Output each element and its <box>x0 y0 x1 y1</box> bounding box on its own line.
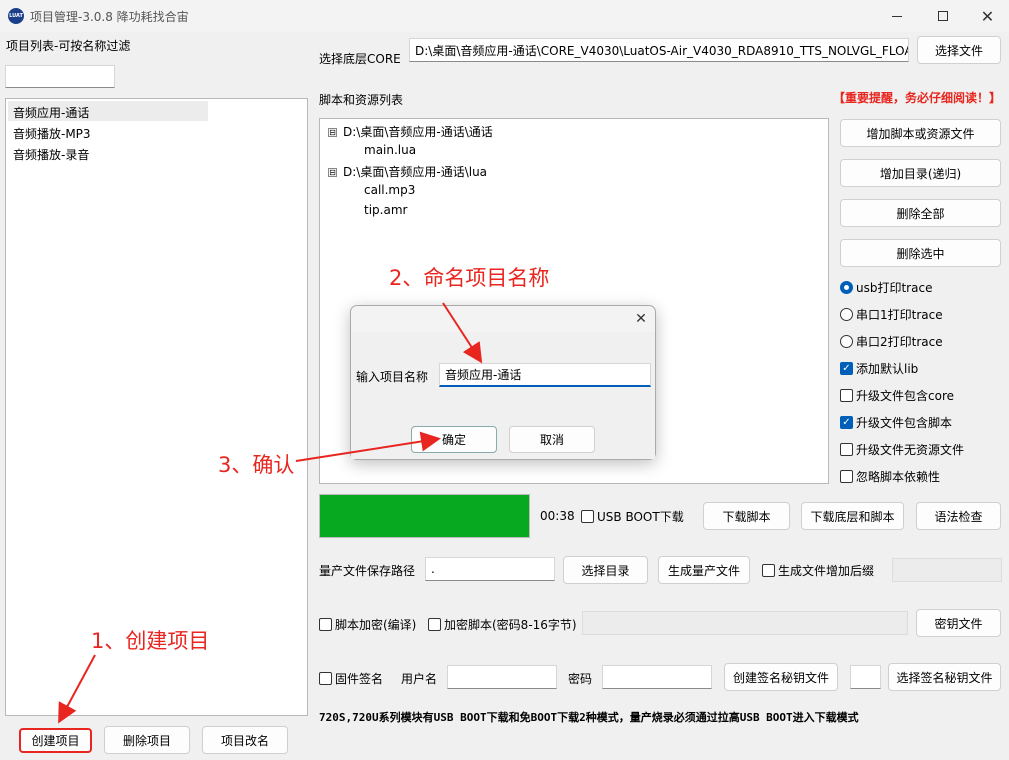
dialog-field-label: 输入项目名称 <box>356 370 429 384</box>
project-item[interactable]: 音频应用-通话 <box>13 104 89 121</box>
download-core-script-button[interactable]: 下载底层和脚本 <box>801 502 904 530</box>
core-label: 选择底层CORE <box>319 52 401 66</box>
checkbox-unchecked-icon <box>319 618 332 631</box>
checkbox-unchecked-icon <box>319 672 332 685</box>
project-filter-input[interactable] <box>5 65 115 88</box>
core-path-input[interactable]: D:\桌面\音频应用-通话\CORE_V4030\LuatOS-Air_V403… <box>409 38 909 62</box>
checkbox-default-lib[interactable]: ✓ 添加默认lib <box>840 360 918 377</box>
checkbox-unchecked-icon <box>581 510 594 523</box>
key-file-button[interactable]: 密钥文件 <box>916 609 1001 637</box>
checkbox-fw-sign[interactable]: 固件签名 <box>319 670 383 687</box>
download-script-button[interactable]: 下载脚本 <box>703 502 790 530</box>
checkbox-ignore-deps[interactable]: 忽略脚本依赖性 <box>840 468 940 485</box>
dialog-close-icon[interactable]: ✕ <box>631 309 651 329</box>
download-mode-notice: 720S,720U系列模块有USB BOOT下载和免BOOT下载2种模式，量产烧… <box>319 711 859 724</box>
delete-all-button[interactable]: 删除全部 <box>840 199 1001 227</box>
download-progress-fill <box>320 495 529 537</box>
scripts-label: 脚本和资源列表 <box>319 93 404 107</box>
collapse-icon[interactable]: ⊟ <box>328 168 337 177</box>
delete-selected-button[interactable]: 删除选中 <box>840 239 1001 267</box>
checkbox-encrypt-pwd[interactable]: 加密脚本(密码8-16字节) <box>428 616 577 633</box>
radio-unchecked-icon <box>840 308 853 321</box>
radio-uart1-trace[interactable]: 串口1打印trace <box>840 306 943 323</box>
create-project-button[interactable]: 创建项目 <box>19 728 92 753</box>
select-dir-button[interactable]: 选择目录 <box>563 556 648 584</box>
user-input[interactable] <box>447 665 557 689</box>
checkbox-add-suffix[interactable]: 生成文件增加后缀 <box>762 562 874 579</box>
mass-path-input[interactable]: . <box>425 557 555 581</box>
dialog-title-bar <box>351 306 655 332</box>
mass-path-label: 量产文件保存路径 <box>319 564 416 578</box>
project-name-dialog: ✕ 输入项目名称 音频应用-通话 确定 取消 <box>350 305 656 460</box>
annotation-step2: 2、命名项目名称 <box>389 266 550 290</box>
checkbox-usb-boot[interactable]: USB BOOT下载 <box>581 508 684 525</box>
generate-mass-button[interactable]: 生成量产文件 <box>658 556 750 584</box>
checkbox-include-script[interactable]: ✓ 升级文件包含脚本 <box>840 414 952 431</box>
tree-file[interactable]: tip.amr <box>364 203 407 217</box>
suffix-input[interactable] <box>892 558 1002 582</box>
checkbox-unchecked-icon <box>840 470 853 483</box>
tree-folder[interactable]: ⊟ D:\桌面\音频应用-通话\通话 <box>328 123 493 140</box>
warning-link[interactable]: 【重要提醒，务必仔细阅读！】 <box>833 89 1001 106</box>
project-item[interactable]: 音频播放-录音 <box>13 146 89 163</box>
checkbox-include-core[interactable]: 升级文件包含core <box>840 387 954 404</box>
dialog-cancel-button[interactable]: 取消 <box>509 426 595 453</box>
tree-file[interactable]: call.mp3 <box>364 183 415 197</box>
project-name-input[interactable]: 音频应用-通话 <box>439 363 651 387</box>
checkbox-unchecked-icon <box>762 564 775 577</box>
checkbox-unchecked-icon <box>840 389 853 402</box>
checkbox-unchecked-icon <box>428 618 441 631</box>
annotation-step1: 1、创建项目 <box>91 629 210 653</box>
tree-file[interactable]: main.lua <box>364 143 416 157</box>
download-progress-bar <box>319 494 530 538</box>
select-sign-key-button[interactable]: 选择签名秘钥文件 <box>888 663 1001 691</box>
radio-usb-trace[interactable]: usb打印trace <box>840 279 932 296</box>
window-title: 项目管理-3.0.8 降功耗找合宙 <box>30 10 189 24</box>
download-time: 00:38 <box>540 509 575 523</box>
checkbox-no-resource[interactable]: 升级文件无资源文件 <box>840 441 964 458</box>
user-label: 用户名 <box>401 672 438 686</box>
encrypt-pwd-input[interactable] <box>582 611 908 635</box>
close-icon[interactable]: ✕ <box>966 0 1009 32</box>
annotation-step3: 3、确认 <box>218 453 295 477</box>
sign-key-input[interactable] <box>850 665 881 689</box>
radio-uart2-trace[interactable]: 串口2打印trace <box>840 333 943 350</box>
dialog-body: 输入项目名称 音频应用-通话 确定 取消 <box>351 332 655 459</box>
checkbox-encrypt[interactable]: 脚本加密(编译) <box>319 616 416 633</box>
syntax-check-button[interactable]: 语法检查 <box>916 502 1001 530</box>
sign-pwd-label: 密码 <box>568 672 593 686</box>
dialog-ok-button[interactable]: 确定 <box>411 426 497 453</box>
rename-project-button[interactable]: 项目改名 <box>202 726 288 754</box>
app-logo-icon: LUAT <box>8 8 24 24</box>
project-list[interactable]: 音频应用-通话 音频播放-MP3 音频播放-录音 <box>5 98 308 716</box>
checkbox-unchecked-icon <box>840 443 853 456</box>
title-bar: LUAT 项目管理-3.0.8 降功耗找合宙 ✕ <box>0 0 1009 32</box>
maximize-icon[interactable] <box>920 0 966 32</box>
add-dir-button[interactable]: 增加目录(递归) <box>840 159 1001 187</box>
radio-checked-icon <box>840 281 853 294</box>
checkbox-checked-icon: ✓ <box>840 416 853 429</box>
delete-project-button[interactable]: 删除项目 <box>104 726 190 754</box>
select-core-button[interactable]: 选择文件 <box>917 36 1001 64</box>
minimize-icon[interactable] <box>874 0 920 32</box>
sign-pwd-input[interactable] <box>602 665 712 689</box>
create-sign-key-button[interactable]: 创建签名秘钥文件 <box>724 663 838 691</box>
radio-unchecked-icon <box>840 335 853 348</box>
add-file-button[interactable]: 增加脚本或资源文件 <box>840 119 1001 147</box>
collapse-icon[interactable]: ⊟ <box>328 128 337 137</box>
project-item[interactable]: 音频播放-MP3 <box>13 125 91 142</box>
checkbox-checked-icon: ✓ <box>840 362 853 375</box>
project-list-label: 项目列表-可按名称过滤 <box>6 39 131 53</box>
tree-folder[interactable]: ⊟ D:\桌面\音频应用-通话\lua <box>328 163 487 180</box>
